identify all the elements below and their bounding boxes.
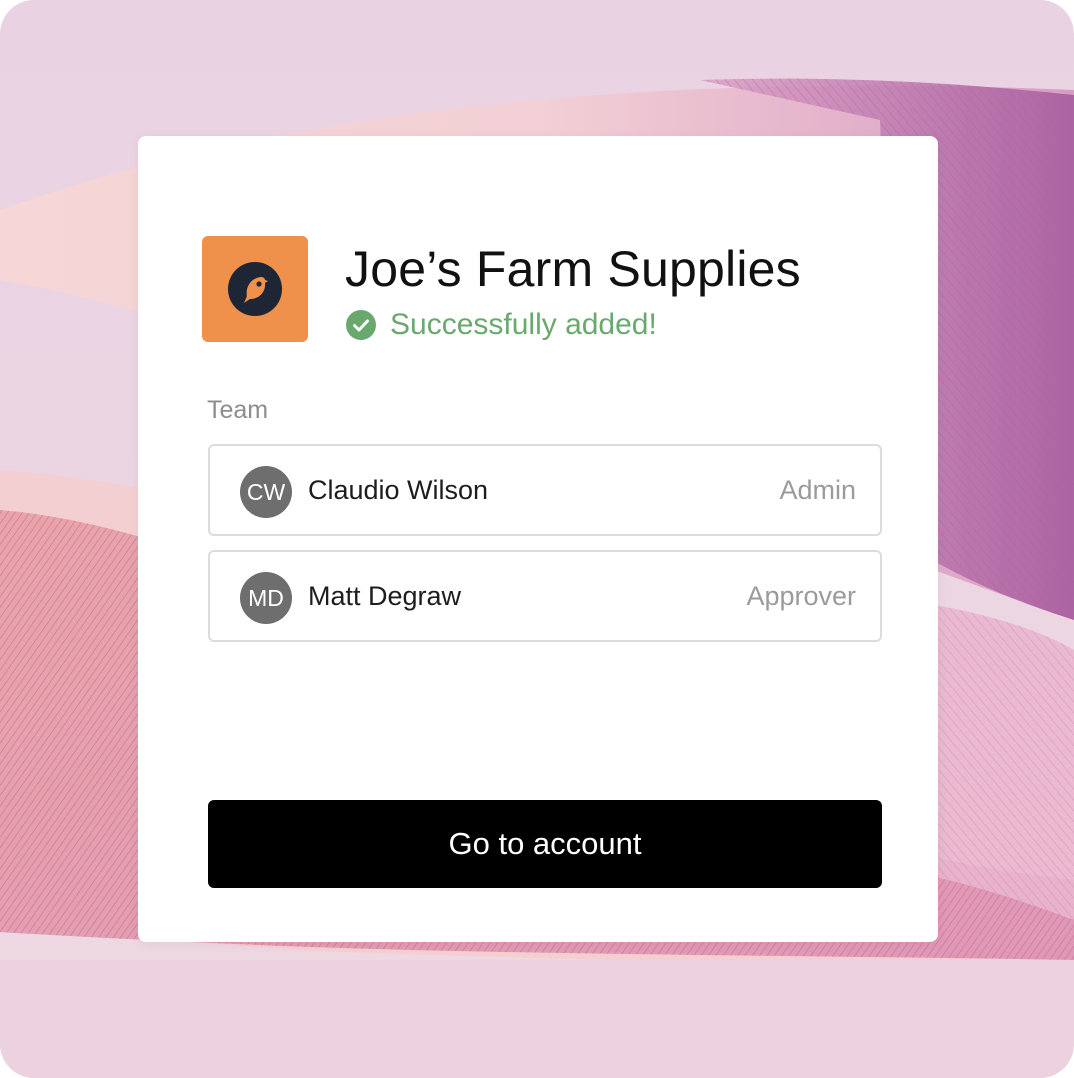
background-frame: Joe’s Farm Supplies Successfully added! … <box>0 0 1074 1078</box>
avatar: MD <box>240 572 292 624</box>
confirmation-card: Joe’s Farm Supplies Successfully added! … <box>138 136 938 942</box>
member-name: Matt Degraw <box>308 581 462 611</box>
member-role: Admin <box>779 475 856 505</box>
check-circle-icon <box>346 310 376 340</box>
go-to-account-button[interactable]: Go to account <box>208 800 882 888</box>
company-name: Joe’s Farm Supplies <box>345 241 801 297</box>
member-name: Claudio Wilson <box>308 475 489 505</box>
success-status: Successfully added! <box>345 306 657 344</box>
company-logo <box>202 236 308 342</box>
member-role: Approver <box>746 581 856 611</box>
avatar: CW <box>240 466 292 518</box>
status-text: Successfully added! <box>390 308 657 341</box>
team-member-row[interactable]: MD Matt Degraw Approver <box>208 550 882 642</box>
team-member-row[interactable]: CW Claudio Wilson Admin <box>208 444 882 536</box>
bird-icon <box>228 262 282 316</box>
team-label: Team <box>207 396 269 424</box>
